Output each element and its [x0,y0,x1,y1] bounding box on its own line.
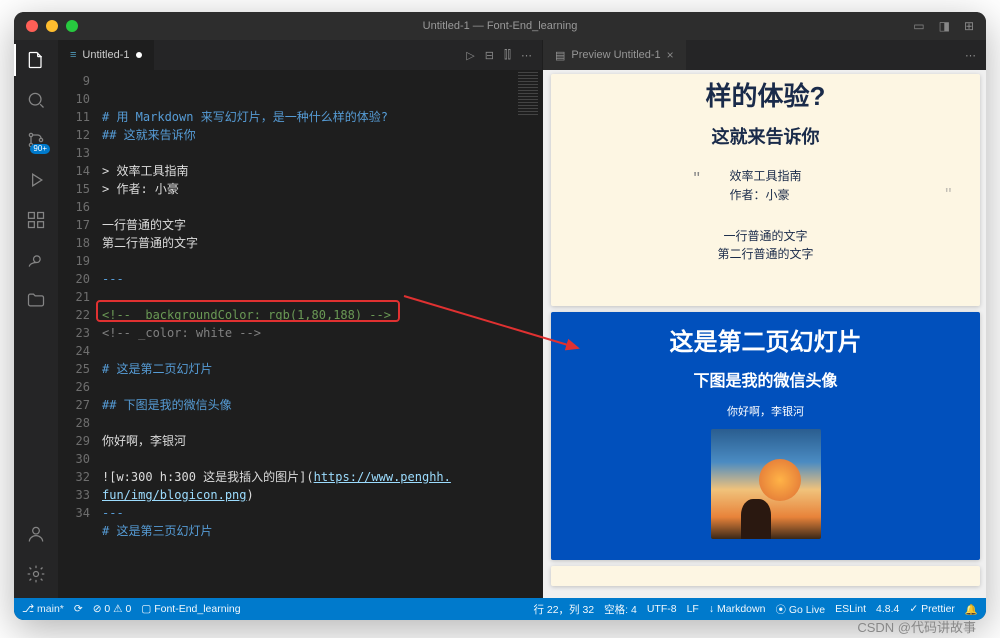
close-icon[interactable] [26,20,38,32]
status-sync-icon[interactable]: ⟳ [74,603,83,615]
tab-preview[interactable]: ▤ Preview Untitled-1 × [543,40,687,70]
layout-panel-icon[interactable]: ▭ [913,19,924,33]
code-line: # 这是第二页幻灯片 [102,362,212,376]
status-golive[interactable]: ⦿ Go Live [775,602,825,617]
watermark: CSDN @代码讲故事 [857,617,976,636]
status-version[interactable]: 4.8.4 [876,603,899,615]
code-line: <!-- _color: white --> [102,326,261,340]
scm-badge: 90+ [30,144,50,154]
status-bar: ⎇ main* ⟳ ⊘ 0 ⚠ 0 ▢ Font-End_learning 行 … [14,598,986,620]
slide-1: 样的体验? 这就来告诉你 效率工具指南 作者：小豪 一行普通的文字 第二行普通的… [551,74,980,306]
code-line-highlighted: <!-- _backgroundColor: rgb(1,80,188) --> [102,308,391,322]
preview-icon[interactable]: ⫿⫿ [504,49,511,62]
search-icon[interactable] [24,88,48,112]
tab-icon: ≡ [70,49,76,61]
account-icon[interactable] [24,522,48,546]
remote-icon[interactable] [24,248,48,272]
modified-indicator-icon [136,52,142,58]
status-cursor[interactable]: 行 22，列 32 [533,602,594,617]
status-language[interactable]: ↓ Markdown [709,603,766,615]
code-line: > 作者: 小豪 [102,182,179,196]
editor-group-left: ≡ Untitled-1 ▷ ⊟ ⫿⫿ ⋯ 910111213141516171… [58,40,542,598]
code-line: --- [102,272,124,286]
slide2-title: 这是第二页幻灯片 [670,322,862,357]
vscode-window: Untitled-1 — Font-End_learning ▭ ◨ ⊞ 90+ [14,12,986,620]
slide-2: 这是第二页幻灯片 下图是我的微信头像 你好啊，李银河 [551,312,980,560]
main-area: 90+ [14,40,986,598]
slide2-greet: 你好啊，李银河 [727,403,804,419]
code-line: > 效率工具指南 [102,164,188,178]
code-url[interactable]: https://www.penghh. [314,470,451,484]
layout-split-icon[interactable]: ⊞ [964,19,974,33]
status-bell-icon[interactable]: 🔔 [965,603,978,616]
status-spaces[interactable]: 空格: 4 [604,602,637,617]
slide-3 [551,566,980,586]
tab-label: Untitled-1 [82,49,129,61]
code-line: # 这是第三页幻灯片 [102,524,212,538]
code-line: --- [102,506,124,520]
slide2-subtitle: 下图是我的微信头像 [693,367,837,391]
maximize-icon[interactable] [66,20,78,32]
code-url[interactable]: fun/img/blogicon.png [102,488,247,502]
status-problems[interactable]: ⊘ 0 ⚠ 0 [93,603,132,615]
code-line: 第二行普通的文字 [102,236,198,250]
close-icon[interactable]: × [667,48,674,62]
status-encoding[interactable]: UTF-8 [647,603,677,615]
minimap[interactable] [516,70,542,598]
activity-bar: 90+ [14,40,58,598]
debug-icon[interactable] [24,168,48,192]
slide1-quote: 效率工具指南 作者：小豪 [729,167,801,205]
layout-sidebar-icon[interactable]: ◨ [939,19,950,33]
slide2-image [711,429,821,539]
status-folder[interactable]: ▢ Font-End_learning [141,603,240,615]
editor-tabs: ≡ Untitled-1 ▷ ⊟ ⫿⫿ ⋯ [58,40,542,70]
slide1-title: 样的体验? [706,76,826,113]
editor-body[interactable]: 9101112131415161718192021222324252627282… [58,70,542,598]
slide1-body: 一行普通的文字 第二行普通的文字 [717,227,813,263]
explorer-icon[interactable] [24,48,48,72]
line-gutter: 9101112131415161718192021222324252627282… [58,70,102,598]
slide1-subtitle: 这就来告诉你 [712,123,820,149]
editor-tab-actions: ▷ ⊟ ⫿⫿ ⋯ [456,40,542,70]
code-line: # 用 Markdown 来写幻灯片，是一种什么样的体验? [102,110,388,124]
run-icon[interactable]: ▷ [466,49,474,62]
gear-icon[interactable] [24,562,48,586]
more-icon[interactable]: ⋯ [521,49,532,62]
preview-pane: ▤ Preview Untitled-1 × ⋯ 样的体验? 这就来告诉你 效率… [542,40,986,598]
preview-tab-label: Preview Untitled-1 [571,49,660,61]
window-title: Untitled-1 — Font-End_learning [423,20,578,32]
tab-untitled[interactable]: ≡ Untitled-1 [58,40,155,70]
code-line: ## 这就来告诉你 [102,128,196,142]
split-icon[interactable]: ⊟ [485,49,494,62]
code-line: 你好啊，李银河 [102,434,186,448]
code-line: ![w:300 h:300 这是我插入的图片]( [102,470,314,484]
titlebar: Untitled-1 — Font-End_learning ▭ ◨ ⊞ [14,12,986,40]
code-line: ## 下图是我的微信头像 [102,398,232,412]
preview-tabs: ▤ Preview Untitled-1 × ⋯ [543,40,986,70]
extensions-icon[interactable] [24,208,48,232]
status-eslint[interactable]: ESLint [835,603,866,615]
code-line: ) [247,488,254,502]
code-area[interactable]: # 用 Markdown 来写幻灯片，是一种什么样的体验? ## 这就来告诉你 … [102,70,516,598]
more-icon[interactable]: ⋯ [965,49,976,62]
status-eol[interactable]: LF [687,603,699,615]
source-control-icon[interactable]: 90+ [24,128,48,152]
status-branch[interactable]: ⎇ main* [22,603,64,615]
code-line: 一行普通的文字 [102,218,186,232]
status-prettier[interactable]: ✓ Prettier [909,603,955,615]
minimize-icon[interactable] [46,20,58,32]
preview-tab-icon: ▤ [555,49,565,62]
traffic-lights [26,20,78,32]
title-actions: ▭ ◨ ⊞ [913,19,974,33]
folder-icon[interactable] [24,288,48,312]
preview-body[interactable]: 样的体验? 这就来告诉你 效率工具指南 作者：小豪 一行普通的文字 第二行普通的… [543,70,986,598]
